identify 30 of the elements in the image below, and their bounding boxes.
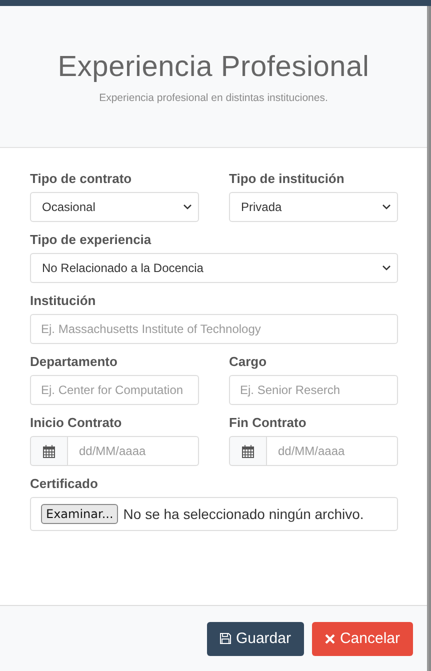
field-label: Tipo de institución — [229, 171, 346, 186]
field-label: Tipo de contrato — [30, 171, 133, 186]
input-field[interactable]: Ej. Center for Computation — [30, 375, 199, 405]
calendar-icon — [43, 444, 55, 458]
chevron-icon — [382, 265, 391, 271]
chevron-icon — [183, 204, 192, 210]
close-icon — [324, 634, 335, 644]
field-label: Institución — [30, 293, 97, 308]
cancel-button[interactable]: Cancelar — [312, 622, 413, 656]
save-button[interactable]: Guardar — [206, 622, 304, 656]
dialog-title: Experiencia Profesional — [58, 51, 370, 84]
dialog-subtitle: Experiencia profesional en distintas instituciones. — [99, 92, 328, 104]
date-field[interactable]: dd/MM/aaaa — [68, 436, 199, 466]
dropdown[interactable]: No Relacionado a la Docencia — [30, 253, 398, 283]
dropdown[interactable]: Ocasional — [30, 192, 199, 222]
calendar-icon — [242, 444, 254, 458]
file-field[interactable]: Examinar... No se ha seleccionado ningún archivo. — [30, 497, 398, 531]
input-field[interactable]: Ej. Senior Reserch — [229, 375, 398, 405]
dropdown[interactable]: Privada — [229, 192, 398, 222]
field-label: Inicio Contrato — [30, 415, 123, 430]
field-label: Fin Contrato — [229, 415, 308, 430]
file-status-text: No se ha seleccionado ningún archivo. — [123, 506, 364, 522]
field-label: Cargo — [229, 354, 268, 369]
chevron-icon — [382, 204, 391, 210]
field-label: Tipo de experiencia — [30, 232, 152, 247]
input-field[interactable]: Ej. Massachusetts Institute of Technology — [30, 314, 398, 344]
date-field[interactable]: dd/MM/aaaa — [267, 436, 398, 466]
field-label: Departamento — [30, 354, 118, 369]
browse-button[interactable]: Examinar... — [41, 504, 118, 524]
field-label: Certificado — [30, 476, 99, 491]
